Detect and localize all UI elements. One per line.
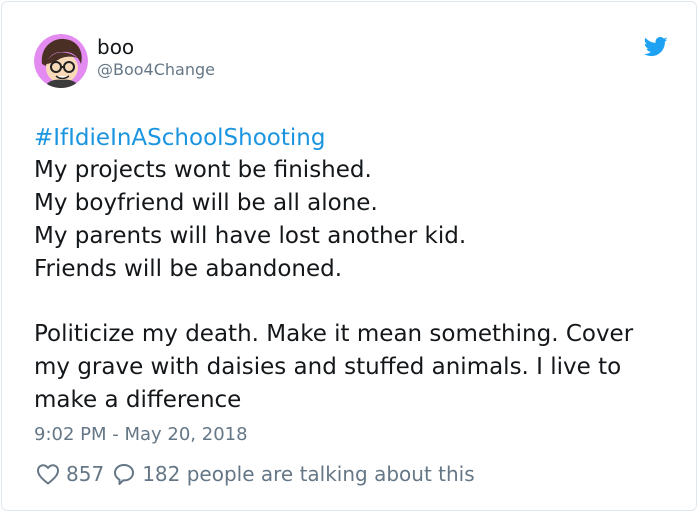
author-name[interactable]: boo xyxy=(97,35,134,59)
twitter-bird-icon[interactable] xyxy=(643,37,668,57)
tweet-line: Friends will be abandoned. xyxy=(34,256,343,282)
tweet-text: My projects wont be finished. My boyfrie… xyxy=(34,154,674,417)
tweet-line: My boyfriend will be all alone. xyxy=(34,190,378,216)
avatar[interactable] xyxy=(34,34,88,88)
tweet-line: Politicize my death. Make it mean someth… xyxy=(34,321,634,347)
tweet-line: My parents will have lost another kid. xyxy=(34,223,467,249)
tweet-line: My projects wont be finished. xyxy=(34,157,372,183)
tweet-line: make a difference xyxy=(34,387,242,413)
talking-about-text: 182 people are talking about this xyxy=(142,462,475,486)
hashtag-link[interactable]: #IfIdieInASchoolShooting xyxy=(34,123,325,153)
speech-bubble-icon xyxy=(112,462,136,486)
tweet-actions: 857 182 people are talking about this xyxy=(36,460,475,488)
like-count: 857 xyxy=(66,462,105,486)
heart-icon xyxy=(36,463,60,485)
tweet-timestamp[interactable]: 9:02 PM - May 20, 2018 xyxy=(34,424,248,445)
tweet-card: boo @Boo4Change #IfIdieInASchoolShooting… xyxy=(1,1,697,511)
avatar-image xyxy=(34,34,88,88)
replies-link[interactable]: 182 people are talking about this xyxy=(112,462,475,486)
tweet-line: my grave with daisies and stuffed animal… xyxy=(34,354,622,380)
author-handle[interactable]: @Boo4Change xyxy=(97,60,215,79)
like-button[interactable]: 857 xyxy=(36,462,112,486)
